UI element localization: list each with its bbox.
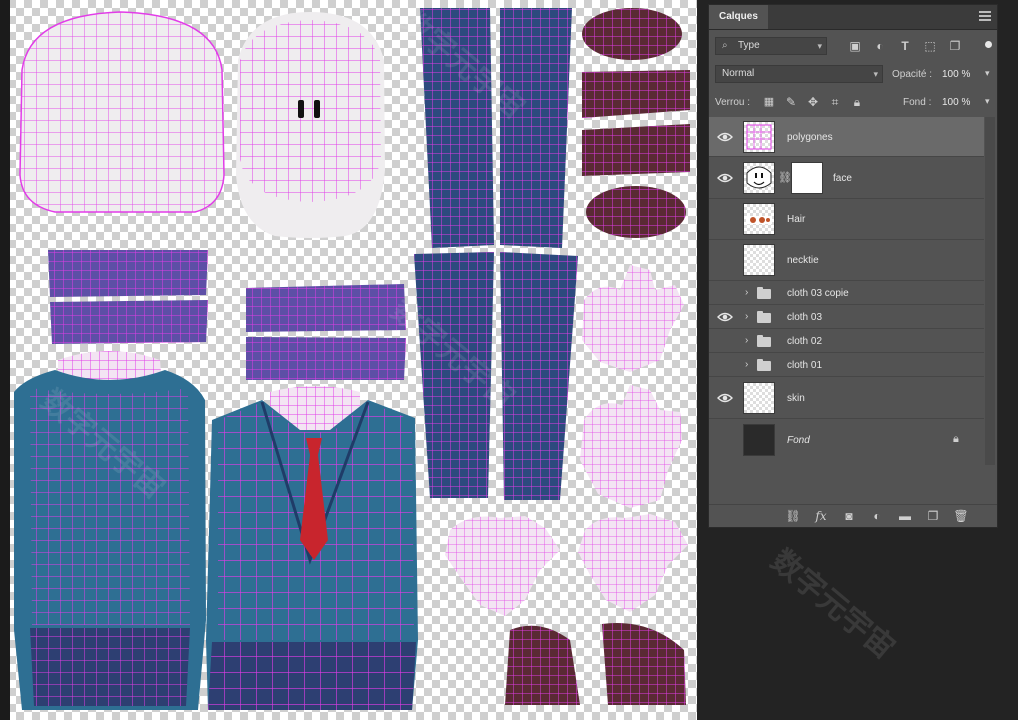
layers-panel: Calques ⌕ Type ▾ ▣ ◐ T ⬚ ❐ Normal ▾ Opac… [708, 4, 998, 528]
uv-head-back [19, 11, 225, 213]
opacity-label: Opacité : [892, 69, 933, 80]
layer-thumbnail [743, 121, 775, 153]
layer-row[interactable]: ⛓︎ face [709, 157, 984, 199]
layer-row[interactable]: skin [709, 377, 984, 419]
layer-name: cloth 02 [787, 336, 823, 347]
lock-all-icon[interactable]: 🔒︎ [849, 94, 865, 110]
lock-position-icon[interactable]: ✥ [805, 94, 821, 110]
mask-icon[interactable]: ◙ [841, 508, 857, 524]
chevron-right-icon[interactable]: › [745, 335, 748, 346]
lock-transparency-icon[interactable]: ▦ [761, 94, 777, 110]
lock-icon: 🔒︎ [953, 433, 959, 445]
layer-thumbnail [743, 162, 775, 194]
layer-thumbnail [743, 203, 775, 235]
fill-value[interactable]: 100 % [942, 97, 970, 108]
tab-layers[interactable]: Calques [709, 5, 768, 29]
lock-row: Verrou : ▦ ✎ ✥ ⌗ 🔒︎ Fond : 100 % ▾ [709, 91, 997, 113]
folder-icon [757, 287, 771, 299]
new-layer-icon[interactable]: ❐ [925, 508, 941, 524]
folder-icon [757, 359, 771, 371]
layer-group-row[interactable]: › cloth 02 [709, 329, 984, 353]
trash-icon[interactable]: 🗑︎ [953, 508, 969, 524]
layer-group-row[interactable]: › cloth 01 [709, 353, 984, 377]
layer-name: Fond [787, 435, 810, 446]
filter-shape-icon[interactable]: ⬚ [922, 38, 938, 54]
folder-icon[interactable]: ▬ [897, 508, 913, 524]
panel-footer: ⛓︎ fx ◙ ◐ ▬ ❐ 🗑︎ [709, 504, 997, 527]
chevron-down-icon[interactable]: ▾ [985, 96, 990, 107]
layer-row[interactable]: necktie [709, 240, 984, 281]
filter-smart-object-icon[interactable]: ❐ [947, 38, 963, 54]
visibility-toggle[interactable] [719, 288, 729, 298]
texture-canvas[interactable] [0, 0, 697, 720]
layer-name: necktie [787, 255, 819, 266]
folder-icon [757, 335, 771, 347]
eye-icon[interactable] [717, 392, 733, 404]
visibility-toggle[interactable] [719, 336, 729, 346]
visibility-toggle[interactable] [719, 255, 729, 265]
layers-list: polygones ⛓︎ face Hair necktie › cloth 0… [709, 117, 984, 465]
filter-toggle-icon[interactable] [985, 41, 992, 48]
layer-mask-thumbnail[interactable] [791, 162, 823, 194]
layer-row[interactable]: polygones [709, 117, 984, 157]
blend-row: Normal ▾ Opacité : 100 % ▾ [709, 63, 997, 85]
layer-name: cloth 03 [787, 312, 823, 323]
uv-legs [414, 8, 578, 500]
layer-row[interactable]: Hair [709, 199, 984, 240]
link-icon[interactable]: ⛓︎ [785, 508, 801, 524]
window-edge [0, 0, 10, 720]
layer-thumbnail [743, 424, 775, 456]
lock-artboard-icon[interactable]: ⌗ [827, 94, 843, 110]
chevron-right-icon[interactable]: › [745, 287, 748, 298]
uv-texture-map [14, 8, 690, 710]
lock-label: Verrou : [715, 97, 751, 108]
folder-icon [757, 311, 771, 323]
fx-icon[interactable]: fx [813, 508, 829, 524]
blend-mode-label: Normal [722, 68, 755, 79]
filter-type-icon[interactable]: T [897, 38, 913, 54]
chevron-right-icon[interactable]: › [745, 311, 748, 322]
layer-group-row[interactable]: › cloth 03 [709, 305, 984, 329]
layer-name: cloth 01 [787, 360, 823, 371]
layer-name: Hair [787, 214, 806, 225]
layer-name: skin [787, 393, 805, 404]
lock-pixels-icon[interactable]: ✎ [783, 94, 799, 110]
chevron-down-icon: ▾ [873, 69, 878, 79]
panel-menu-icon[interactable] [979, 11, 991, 21]
eye-icon[interactable] [717, 131, 733, 143]
layer-name: face [833, 173, 852, 184]
visibility-toggle[interactable] [719, 360, 729, 370]
layer-group-row[interactable]: › cloth 03 copie [709, 281, 984, 305]
filter-adjustment-icon[interactable]: ◐ [872, 38, 888, 54]
layer-name: cloth 03 copie [787, 288, 849, 299]
uv-jacket-front [206, 400, 418, 710]
chevron-down-icon: ▾ [817, 41, 822, 51]
search-icon: ⌕ [722, 40, 728, 51]
uv-shirt-back [14, 370, 206, 710]
layer-row[interactable]: Fond 🔒︎ [709, 419, 984, 461]
filter-type-label: Type [738, 40, 760, 51]
chevron-down-icon[interactable]: ▾ [985, 68, 990, 79]
filter-pixel-icon[interactable]: ▣ [847, 38, 863, 54]
eye-icon[interactable] [717, 172, 733, 184]
blend-mode-dropdown[interactable]: Normal ▾ [715, 65, 883, 83]
layer-thumbnail [743, 382, 775, 414]
fill-label: Fond : [903, 97, 932, 108]
filter-type-dropdown[interactable]: ⌕ Type ▾ [715, 37, 827, 55]
layer-name: polygones [787, 132, 833, 143]
eye-icon[interactable] [717, 311, 733, 323]
layers-scrollbar[interactable] [985, 117, 995, 465]
adjustment-icon[interactable]: ◐ [869, 508, 885, 524]
filter-row: ⌕ Type ▾ ▣ ◐ T ⬚ ❐ [709, 35, 997, 57]
layer-thumbnail [743, 244, 775, 276]
link-icon[interactable]: ⛓︎ [778, 171, 792, 184]
panel-tab-bar: Calques [709, 5, 997, 30]
chevron-right-icon[interactable]: › [745, 359, 748, 370]
uv-head-face [236, 12, 385, 238]
opacity-value[interactable]: 100 % [942, 69, 970, 80]
